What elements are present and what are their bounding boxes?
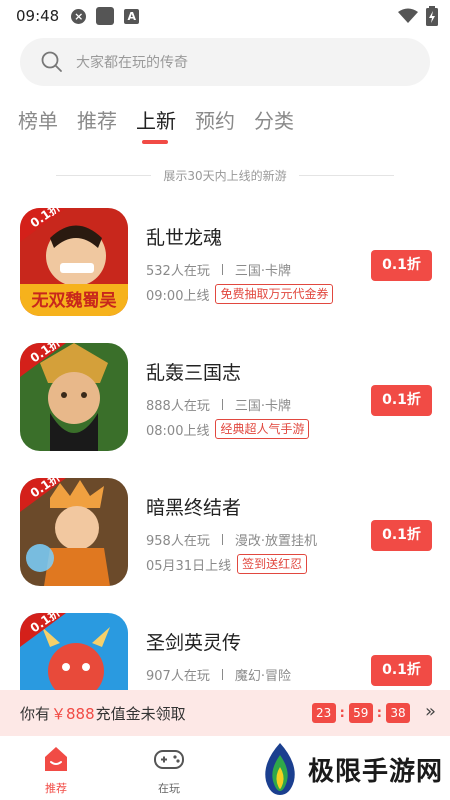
- tab-label: 预约: [195, 109, 235, 133]
- game-launch-row: 05月31日上线 签到送红忍: [146, 554, 308, 574]
- tab-label: 分类: [254, 109, 294, 133]
- game-name: 乱世龙魂: [146, 227, 223, 249]
- recharge-suffix: 充值金未领取: [95, 704, 186, 723]
- meta-separator: [221, 534, 223, 545]
- recharge-text: 你有￥888充值金未领取: [20, 703, 186, 724]
- player-count: 532人在玩: [146, 264, 210, 279]
- game-item[interactable]: 0.1折 暗黑终结者 958人在玩 漫改·放置挂机 05月31日上线 签到送红忍…: [0, 475, 450, 610]
- game-item[interactable]: 无双魏蜀吴 0.1折 乱世龙魂 532人在玩 三国·卡牌 09:00上线 免费抽…: [0, 205, 450, 340]
- tab-bangdan[interactable]: 榜单: [18, 106, 58, 140]
- section-caption-text: 展示30天内上线的新游: [163, 168, 287, 183]
- player-count: 888人在玩: [146, 399, 210, 414]
- section-caption: 展示30天内上线的新游: [0, 163, 450, 187]
- wifi-icon: [398, 8, 418, 23]
- meta-separator: [221, 669, 223, 680]
- status-time: 09:48: [16, 7, 60, 25]
- a-icon: A: [124, 8, 140, 24]
- player-count: 907人在玩: [146, 669, 210, 684]
- discount-button[interactable]: 0.1折: [371, 250, 432, 281]
- nav-item-recommend[interactable]: 推荐: [26, 744, 86, 796]
- divider-right: [298, 174, 394, 176]
- meta-separator: [221, 399, 223, 410]
- countdown-minutes: 59: [348, 703, 373, 723]
- game-meta: 958人在玩 漫改·放置挂机: [146, 530, 317, 549]
- launch-time: 09:00上线: [146, 288, 210, 304]
- game-icon[interactable]: 0.1折: [20, 343, 128, 451]
- icon-game-title: 无双魏蜀吴: [31, 290, 117, 311]
- game-genre: 三国·卡牌: [234, 264, 291, 279]
- tab-label: 榜单: [18, 109, 58, 133]
- launch-time: 05月31日上线: [146, 558, 232, 574]
- promo-tag: 免费抽取万元代金券: [215, 284, 334, 304]
- game-launch-row: 09:00上线 免费抽取万元代金券: [146, 284, 334, 304]
- watermark: 极限手游网: [258, 740, 450, 798]
- recharge-banner[interactable]: 你有￥888充值金未领取 23 : 59 : 38 »: [0, 690, 450, 736]
- player-count: 958人在玩: [146, 534, 210, 549]
- tab-shangxin[interactable]: 上新: [136, 106, 176, 144]
- status-bar: 09:48 × A: [0, 0, 450, 32]
- game-list: 无双魏蜀吴 0.1折 乱世龙魂 532人在玩 三国·卡牌 09:00上线 免费抽…: [0, 205, 450, 745]
- discount-button[interactable]: 0.1折: [371, 520, 432, 551]
- game-genre: 三国·卡牌: [234, 399, 291, 414]
- promo-tag: 经典超人气手游: [215, 419, 310, 439]
- recharge-prefix: 你有: [20, 704, 51, 723]
- countdown-seconds: 38: [386, 703, 410, 723]
- category-tabs: 榜单 推荐 上新 预约 分类: [18, 106, 294, 144]
- game-meta: 888人在玩 三国·卡牌: [146, 395, 291, 414]
- flame-logo-icon: [265, 743, 295, 795]
- discount-button[interactable]: 0.1折: [371, 655, 432, 686]
- promo-tag: 签到送红忍: [237, 554, 308, 574]
- meta-separator: [221, 264, 223, 275]
- game-icon[interactable]: 0.1折: [20, 478, 128, 586]
- tab-label: 推荐: [77, 109, 117, 133]
- search-placeholder: 大家都在玩的传奇: [76, 55, 188, 71]
- game-meta: 907人在玩 魔幻·冒险: [146, 665, 291, 684]
- countdown-colon: :: [376, 705, 382, 721]
- watermark-text: 极限手游网: [308, 756, 444, 787]
- search-bar[interactable]: 大家都在玩的传奇: [20, 38, 430, 86]
- recharge-amount: ￥888: [51, 704, 95, 723]
- game-genre: 漫改·放置挂机: [234, 534, 317, 549]
- tab-label: 上新: [136, 109, 176, 133]
- battery-icon: [426, 6, 438, 26]
- divider-left: [56, 174, 152, 176]
- game-name: 乱轰三国志: [146, 362, 242, 384]
- discount-button[interactable]: 0.1折: [371, 385, 432, 416]
- tab-tuijian[interactable]: 推荐: [77, 106, 117, 140]
- tab-yuyue[interactable]: 预约: [195, 106, 235, 140]
- close-circle-icon: ×: [71, 8, 87, 24]
- home-icon: [45, 747, 67, 771]
- square-icon: [96, 7, 115, 25]
- countdown-colon: :: [339, 705, 345, 721]
- countdown-timer: 23 : 59 : 38: [311, 703, 410, 723]
- game-meta: 532人在玩 三国·卡牌: [146, 260, 291, 279]
- game-name: 暗黑终结者: [146, 497, 242, 519]
- game-genre: 魔幻·冒险: [234, 669, 291, 684]
- game-name: 圣剑英灵传: [146, 632, 242, 654]
- game-launch-row: 08:00上线 经典超人气手游: [146, 419, 310, 439]
- tab-fenlei[interactable]: 分类: [254, 106, 294, 140]
- double-chevron-right-icon[interactable]: »: [425, 701, 436, 722]
- gamepad-icon: [154, 750, 184, 769]
- launch-time: 08:00上线: [146, 423, 210, 439]
- nav-label: 在玩: [158, 782, 180, 795]
- game-icon[interactable]: 无双魏蜀吴 0.1折: [20, 208, 128, 316]
- nav-item-playing[interactable]: 在玩: [139, 744, 199, 796]
- game-item[interactable]: 0.1折 乱轰三国志 888人在玩 三国·卡牌 08:00上线 经典超人气手游 …: [0, 340, 450, 475]
- active-tab-indicator: [142, 140, 168, 144]
- search-icon: [41, 51, 62, 72]
- nav-label: 推荐: [45, 782, 67, 795]
- countdown-hours: 23: [311, 703, 336, 723]
